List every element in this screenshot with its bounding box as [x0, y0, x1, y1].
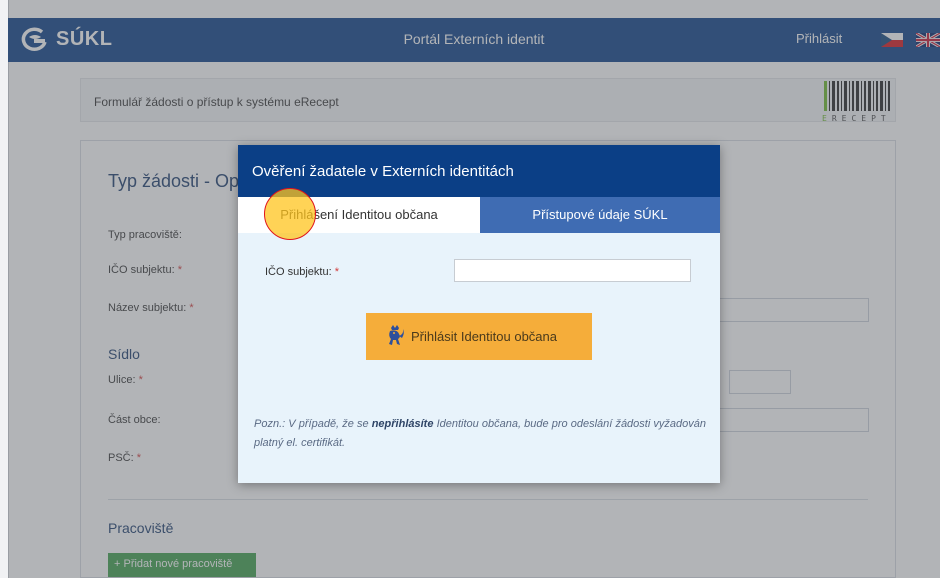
czech-lion-icon	[389, 325, 404, 345]
modal-note: Pozn.: V případě, že se nepřihlásíte Ide…	[254, 418, 707, 449]
citizen-identity-login-label: Přihlásit Identitou občana	[411, 329, 557, 344]
ico-label: IČO subjektu: *	[265, 266, 339, 278]
tab-sukl-credentials[interactable]: Přístupové údaje SÚKL	[480, 197, 720, 233]
citizen-identity-login-button[interactable]: Přihlásit Identitou občana	[366, 313, 592, 360]
identity-verification-modal: Ověření žadatele v Externích identitách …	[238, 145, 720, 483]
ico-input[interactable]	[454, 259, 691, 282]
cursor-click-indicator	[264, 188, 316, 240]
modal-body: IČO subjektu: * Přihlásit Identitou obča…	[238, 233, 720, 483]
modal-title: Ověření žadatele v Externích identitách	[238, 145, 720, 197]
